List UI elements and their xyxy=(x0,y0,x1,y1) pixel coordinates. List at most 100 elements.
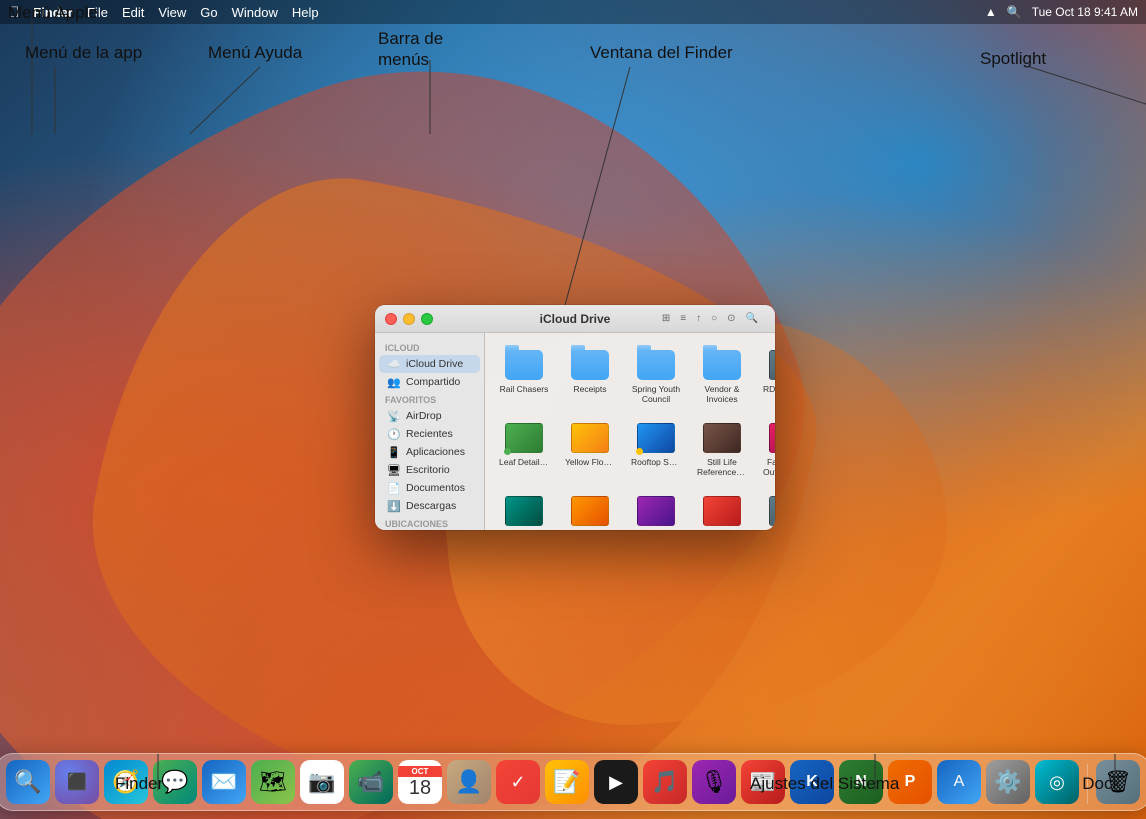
dock-item-keynote[interactable]: K xyxy=(790,760,834,804)
apple-menu[interactable]:  xyxy=(8,4,19,21)
app-menu-finder[interactable]: Finder xyxy=(33,5,73,20)
dock-item-launchpad[interactable]: ⬛ xyxy=(55,760,99,804)
dock-item-news[interactable]: 📰 xyxy=(741,760,785,804)
file-item-pink[interactable]: Pink.jpeg xyxy=(693,489,751,530)
dock-item-trash[interactable]: 🗑 xyxy=(1096,760,1140,804)
recientes-icon: 🕐 xyxy=(387,427,401,441)
finder-body: iCloud ☁️ iCloud Drive 👥 Compartido Favo… xyxy=(375,333,775,530)
spotlight-icon[interactable]: 🔍 xyxy=(1007,5,1022,19)
airdrop-icon: 📡 xyxy=(387,409,401,423)
file-item-spring-youth[interactable]: Spring Youth Council xyxy=(627,343,685,408)
dock-item-photos[interactable]: 📷 xyxy=(300,760,344,804)
dock-item-unknown[interactable]: ◎ xyxy=(1035,760,1079,804)
search-button[interactable]: 🔍 xyxy=(743,311,761,326)
finder-window: iCloud Drive ⊞ ≡ ↑ ○ ⊙ 🔍 iCloud ☁️ iClou… xyxy=(375,305,775,530)
dock-item-facetime[interactable]: 📹 xyxy=(349,760,393,804)
file-item-receipts[interactable]: Receipts xyxy=(561,343,619,408)
dock-item-systemprefs[interactable]: ⚙️ xyxy=(986,760,1030,804)
desktop:  Finder File Edit View Go Window Help ▲… xyxy=(0,0,1146,819)
dock-item-safari[interactable]: 🧭 xyxy=(104,760,148,804)
icloud-drive-label: iCloud Drive xyxy=(406,358,463,370)
sidebar-item-icloud-drive[interactable]: ☁️ iCloud Drive xyxy=(379,355,480,373)
favorites-section-header: Favoritos xyxy=(375,391,484,407)
finder-titlebar: iCloud Drive ⊞ ≡ ↑ ○ ⊙ 🔍 xyxy=(375,305,775,333)
menubar-right: ▲ 🔍 Tue Oct 18 9:41 AM xyxy=(985,5,1138,19)
dock-item-mail[interactable]: ✉️ xyxy=(202,760,246,804)
menu-go[interactable]: Go xyxy=(200,5,217,20)
documentos-icon: 📄 xyxy=(387,481,401,495)
close-button[interactable] xyxy=(385,313,397,325)
finder-toolbar: ⊞ ≡ ↑ ○ ⊙ 🔍 xyxy=(659,311,765,326)
menu-view[interactable]: View xyxy=(158,5,186,20)
finder-content: Rail Chasers Receipts Spring Youth Counc… xyxy=(485,333,775,530)
escritorio-label: Escritorio xyxy=(406,464,450,476)
icloud-drive-icon: ☁️ xyxy=(387,357,401,371)
file-item-vendor[interactable]: Vendor & Invoices xyxy=(693,343,751,408)
file-item-rd2-notes[interactable]: RD.2-Notes.jpg xyxy=(759,343,775,408)
dock: 🔍 ⬛ 🧭 💬 ✉️ 🗺 📷 📹 OCT xyxy=(0,753,1146,811)
calendar-month: OCT xyxy=(398,766,442,777)
aplicaciones-label: Aplicaciones xyxy=(406,446,465,458)
shared-icon: 👥 xyxy=(387,375,401,389)
dock-item-calendar[interactable]: OCT 18 xyxy=(398,760,442,804)
airdrop-label: AirDrop xyxy=(406,410,442,422)
clock-display: Tue Oct 18 9:41 AM xyxy=(1032,5,1138,19)
view-list-button[interactable]: ≡ xyxy=(677,311,689,326)
menu-window[interactable]: Window xyxy=(232,5,278,20)
sidebar-item-descargas[interactable]: ⬇️ Descargas xyxy=(379,497,480,515)
dock-item-contacts[interactable]: 👤 xyxy=(447,760,491,804)
file-item-leaf-detail[interactable]: Leaf Detail.jpg xyxy=(495,416,553,481)
file-item-yellow-flower[interactable]: Yellow Flower.jpg xyxy=(561,416,619,481)
dock-item-notes[interactable]: 📝 xyxy=(545,760,589,804)
menu-edit[interactable]: Edit xyxy=(122,5,144,20)
locations-section-header: Ubicaciones xyxy=(375,515,484,530)
menubar-left:  Finder File Edit View Go Window Help xyxy=(8,4,319,21)
minimize-button[interactable] xyxy=(403,313,415,325)
sidebar-item-airdrop[interactable]: 📡 AirDrop xyxy=(379,407,480,425)
dock-item-messages[interactable]: 💬 xyxy=(153,760,197,804)
shared-label: Compartido xyxy=(406,376,460,388)
dock-item-appletv[interactable]: ▶ xyxy=(594,760,638,804)
view-grid-button[interactable]: ⊞ xyxy=(659,311,673,326)
descargas-label: Descargas xyxy=(406,500,456,512)
file-item-rail-chasers[interactable]: Rail Chasers xyxy=(495,343,553,408)
finder-window-title: iCloud Drive xyxy=(540,312,611,326)
dock-item-pages[interactable]: P xyxy=(888,760,932,804)
finder-sidebar: iCloud ☁️ iCloud Drive 👥 Compartido Favo… xyxy=(375,333,485,530)
file-item-still-life[interactable]: Still Life Reference.jpg xyxy=(693,416,751,481)
file-item-lone-pine[interactable]: Lone Pine.jpg xyxy=(627,489,685,530)
icloud-section-header: iCloud xyxy=(375,339,484,355)
menu-help[interactable]: Help xyxy=(292,5,319,20)
descargas-icon: ⬇️ xyxy=(387,499,401,513)
aplicaciones-icon: 📱 xyxy=(387,445,401,459)
dock-item-numbers[interactable]: N xyxy=(839,760,883,804)
file-grid: Rail Chasers Receipts Spring Youth Counc… xyxy=(495,343,765,530)
dock-item-reminders[interactable]: ✓ xyxy=(496,760,540,804)
wifi-icon: ▲ xyxy=(985,5,997,19)
sidebar-item-recientes[interactable]: 🕐 Recientes xyxy=(379,425,480,443)
file-item-title-cover[interactable]: Title Cover.jpg xyxy=(495,489,553,530)
dock-separator xyxy=(1087,764,1088,804)
sidebar-item-escritorio[interactable]: 🖥 Escritorio xyxy=(379,461,480,479)
file-item-rooftop-shoot[interactable]: Rooftop Shoot.jpg xyxy=(627,416,685,481)
menu-file[interactable]: File xyxy=(87,5,108,20)
escritorio-icon: 🖥 xyxy=(387,463,401,477)
sidebar-item-shared[interactable]: 👥 Compartido xyxy=(379,373,480,391)
documentos-label: Documentos xyxy=(406,482,465,494)
sidebar-item-aplicaciones[interactable]: 📱 Aplicaciones xyxy=(379,443,480,461)
file-item-fall-scents[interactable]: Fall Scents Outline.pages xyxy=(759,416,775,481)
dock-item-maps[interactable]: 🗺 xyxy=(251,760,295,804)
tag-button[interactable]: ○ xyxy=(708,311,720,326)
file-item-skater[interactable]: Skater.jpeg xyxy=(759,489,775,530)
dock-item-finder[interactable]: 🔍 xyxy=(6,760,50,804)
file-item-mexico-city[interactable]: Mexico City.jpg xyxy=(561,489,619,530)
menubar:  Finder File Edit View Go Window Help ▲… xyxy=(0,0,1146,24)
more-button[interactable]: ⊙ xyxy=(724,311,738,326)
maximize-button[interactable] xyxy=(421,313,433,325)
dock-item-podcasts[interactable]: 🎙 xyxy=(692,760,736,804)
dock-item-appstore[interactable]: A xyxy=(937,760,981,804)
dock-item-music[interactable]: 🎵 xyxy=(643,760,687,804)
share-button[interactable]: ↑ xyxy=(693,311,704,326)
sidebar-item-documentos[interactable]: 📄 Documentos xyxy=(379,479,480,497)
recientes-label: Recientes xyxy=(406,428,453,440)
